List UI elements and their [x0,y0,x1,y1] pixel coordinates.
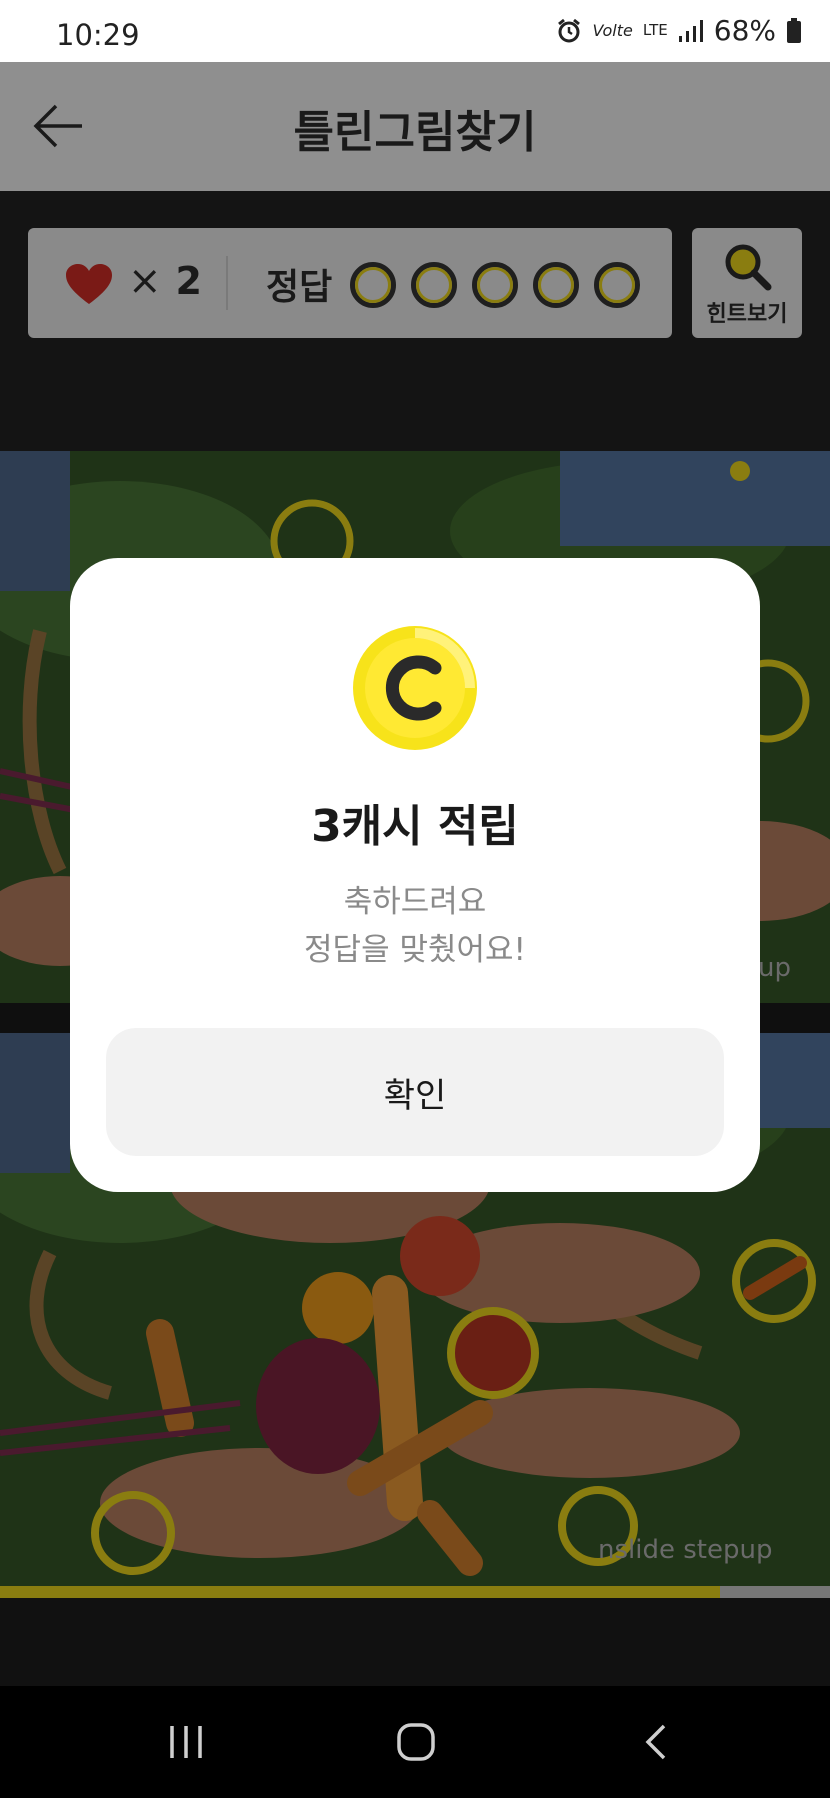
page-title: 틀린그림찾기 [293,107,537,158]
multiply-sign: × [128,258,162,304]
hint-button[interactable]: 힌트보기 [692,228,802,338]
answer-label: 정답 [266,267,333,308]
app-header: 틀린그림찾기 [0,62,830,191]
answer-slot [594,262,640,308]
hint-label: 힌트보기 [706,302,788,327]
recent-apps-icon[interactable] [166,1722,206,1762]
answer-slots [350,262,640,308]
reward-message-line2: 정답을 맞췄어요! [304,932,526,968]
panel-divider [226,256,228,310]
bottom-area [0,1598,830,1686]
system-nav-bar [0,1686,830,1798]
status-icons: Volte LTE 68% [556,14,802,47]
home-icon[interactable] [396,1722,436,1762]
answer-slot [533,262,579,308]
timer-progress [0,1586,830,1598]
watermark-bottom: nslide stepup [598,1535,772,1565]
heart-icon [66,264,112,304]
volte-label: Volte [592,21,633,40]
signal-icon [678,19,703,42]
magnifier-icon [725,244,772,291]
lte-label: LTE [642,21,668,39]
lives-number: 2 [175,259,202,303]
score-panel: × 2 정답 [28,228,672,338]
timer-progress-fill [0,1586,720,1598]
nav-back-icon[interactable] [636,1722,676,1762]
alarm-icon [558,18,581,42]
cash-coin-icon [353,626,477,750]
status-bar: 10:29 Volte LTE 68% [0,0,830,62]
confirm-button[interactable]: 확인 [106,1028,724,1156]
answer-slot [350,262,396,308]
battery-icon [787,17,801,43]
reward-title: 3캐시 적립 [311,801,519,852]
answer-slot [411,262,457,308]
battery-percent: 68% [713,14,776,47]
reward-message-line1: 축하드려요 [343,884,487,920]
status-time: 10:29 [56,18,140,52]
answer-slot [472,262,518,308]
reward-dialog: 3캐시 적립 축하드려요 정답을 맞췄어요! 확인 [70,558,760,1192]
lives-count: × 2 [128,258,202,304]
watermark-top: up [758,953,791,983]
